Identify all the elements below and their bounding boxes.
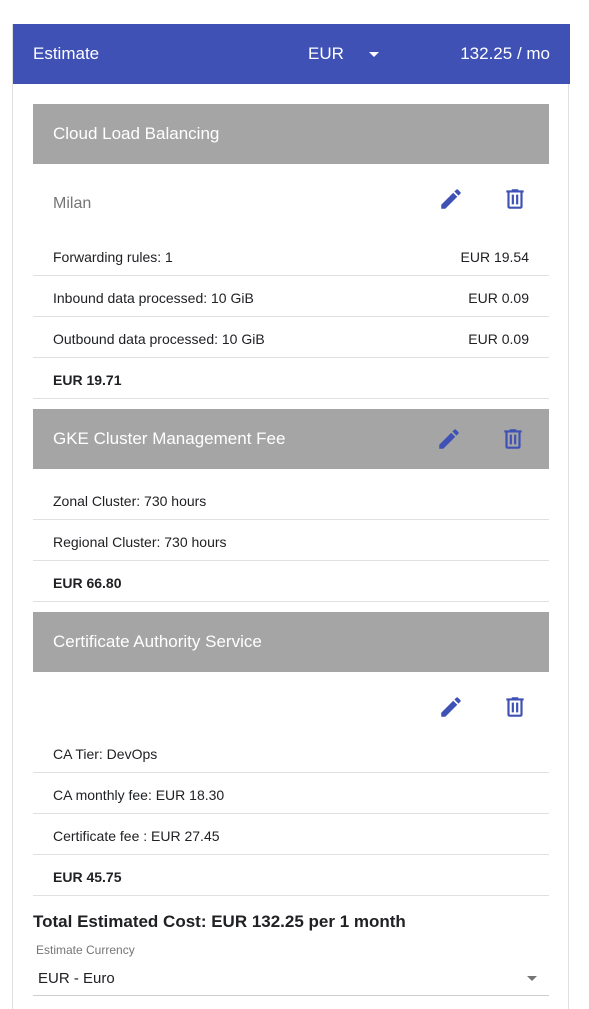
- region-label: Milan: [53, 195, 92, 212]
- line-item-label: Inbound data processed: 10 GiB: [53, 290, 254, 306]
- section-title: Cloud Load Balancing: [53, 124, 220, 143]
- trash-icon[interactable]: [500, 426, 526, 452]
- line-item: Inbound data processed: 10 GiB EUR 0.09: [33, 276, 549, 317]
- edit-icon[interactable]: [438, 694, 464, 720]
- estimate-title: Estimate: [33, 44, 100, 63]
- trash-icon[interactable]: [502, 186, 528, 212]
- line-item-price: EUR 0.09: [468, 331, 529, 347]
- line-item: Zonal Cluster: 730 hours: [33, 479, 549, 520]
- edit-icon[interactable]: [438, 186, 464, 212]
- line-item: CA Tier: DevOps: [33, 732, 549, 773]
- monthly-total: 132.25 / mo: [460, 44, 550, 63]
- line-item: Certificate fee : EUR 27.45: [33, 814, 549, 855]
- section-subtotal: EUR 19.71: [33, 358, 549, 399]
- line-item: Outbound data processed: 10 GiB EUR 0.09: [33, 317, 549, 358]
- subtotal-value: EUR 45.75: [53, 869, 122, 885]
- line-item-label: Regional Cluster: 730 hours: [53, 534, 227, 550]
- line-item: Regional Cluster: 730 hours: [33, 520, 549, 561]
- currency-select-value: EUR - Euro: [38, 970, 115, 987]
- section-subtotal: EUR 45.75: [33, 855, 549, 896]
- caret-down-icon: [527, 976, 537, 981]
- line-item-label: CA monthly fee: EUR 18.30: [53, 787, 225, 803]
- trash-icon[interactable]: [502, 694, 528, 720]
- line-item-label: CA Tier: DevOps: [53, 746, 158, 762]
- line-item-label: Zonal Cluster: 730 hours: [53, 493, 207, 509]
- total-estimated-cost: Total Estimated Cost: EUR 132.25 per 1 m…: [33, 912, 406, 931]
- estimate-header: Estimate EUR 132.25 / mo: [13, 24, 570, 84]
- line-item: Forwarding rules: 1 EUR 19.54: [33, 235, 549, 276]
- section-header-gke-cluster-management-fee: GKE Cluster Management Fee: [33, 409, 549, 469]
- currency-dropdown[interactable]: EUR: [308, 44, 344, 64]
- section-title: Certificate Authority Service: [53, 632, 262, 651]
- line-item: CA monthly fee: EUR 18.30: [33, 773, 549, 814]
- section-header-certificate-authority-service: Certificate Authority Service: [33, 612, 549, 672]
- line-item-price: EUR 0.09: [468, 290, 529, 306]
- section-title: GKE Cluster Management Fee: [53, 429, 286, 448]
- section-subtotal: EUR 66.80: [33, 561, 549, 602]
- edit-icon[interactable]: [436, 426, 462, 452]
- caret-down-icon[interactable]: [369, 52, 379, 57]
- line-item-label: Outbound data processed: 10 GiB: [53, 331, 265, 347]
- estimate-card: Estimate EUR 132.25 / mo Cloud Load Bala…: [12, 24, 570, 1009]
- line-item-label: Certificate fee : EUR 27.45: [53, 828, 220, 844]
- estimate-currency-select[interactable]: EUR - Euro: [33, 962, 549, 996]
- line-item-price: EUR 19.54: [460, 249, 529, 265]
- currency-select-label: Estimate Currency: [36, 943, 135, 957]
- subtotal-value: EUR 66.80: [53, 575, 122, 591]
- section-header-cloud-load-balancing: Cloud Load Balancing: [33, 104, 549, 164]
- line-item-label: Forwarding rules: 1: [53, 249, 173, 265]
- subtotal-value: EUR 19.71: [53, 372, 122, 388]
